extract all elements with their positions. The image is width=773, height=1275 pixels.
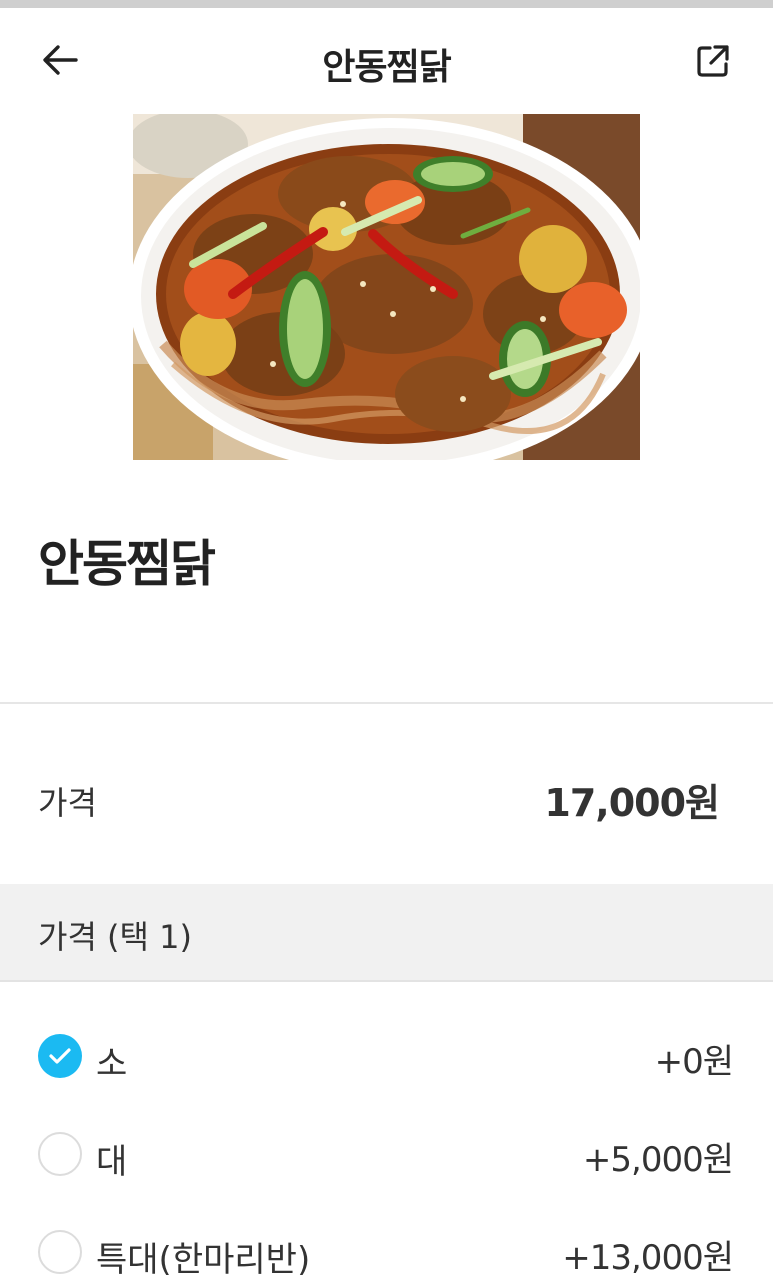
price-value: 17,000원 <box>544 781 720 825</box>
option-label: 소 <box>96 1044 128 1084</box>
top-app-bar: 안동찜닭 <box>0 8 773 114</box>
option-price: +5,000원 <box>582 1140 734 1180</box>
option-row-small[interactable]: 소 +0원 <box>0 1010 773 1106</box>
option-label: 대 <box>96 1142 128 1182</box>
option-row-large[interactable]: 대 +5,000원 <box>0 1108 773 1204</box>
product-image <box>133 114 640 460</box>
price-label: 가격 <box>38 784 97 822</box>
option-price: +0원 <box>654 1042 734 1082</box>
product-name: 안동찜닭 <box>38 535 216 593</box>
share-external-icon <box>697 45 729 77</box>
option-section-label: 가격 (택 1) <box>38 918 192 956</box>
radio-checked[interactable] <box>38 1034 82 1078</box>
option-row-xlarge[interactable]: 특대(한마리반) +13,000원 <box>0 1206 773 1275</box>
option-price: +13,000원 <box>562 1238 734 1275</box>
status-strip <box>0 0 773 8</box>
check-icon <box>49 1048 71 1064</box>
price-row: 가격 17,000원 <box>0 740 773 852</box>
radio-unchecked[interactable] <box>38 1230 82 1274</box>
option-section-header: 가격 (택 1) <box>0 884 773 982</box>
divider <box>0 702 773 704</box>
share-button[interactable] <box>688 36 738 86</box>
page-title: 안동찜닭 <box>322 47 451 88</box>
radio-unchecked[interactable] <box>38 1132 82 1176</box>
option-label: 특대(한마리반) <box>96 1240 311 1275</box>
